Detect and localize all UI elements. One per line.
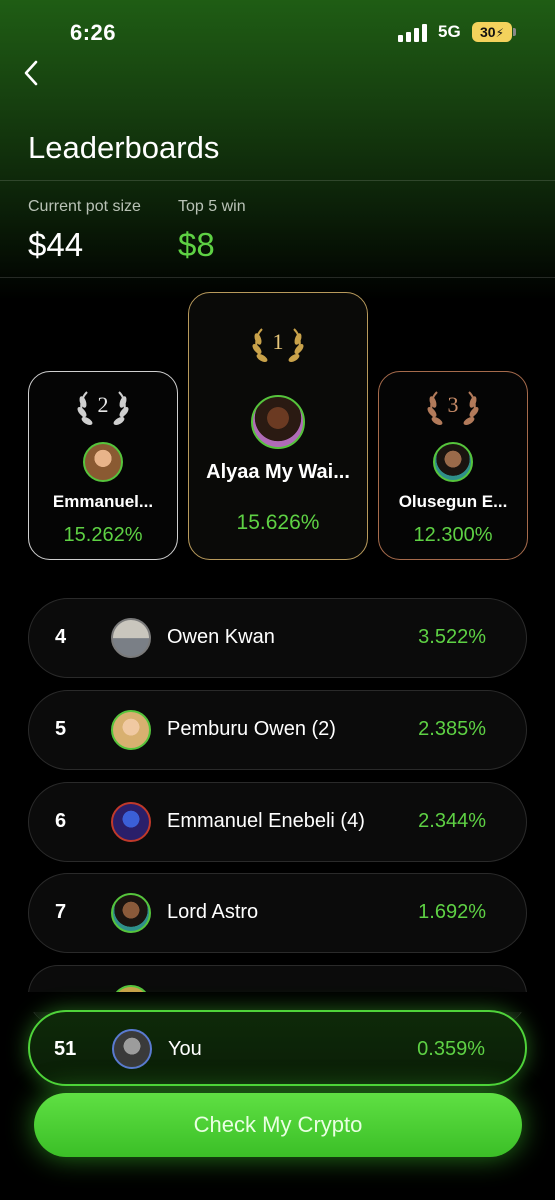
- avatar: [111, 893, 151, 933]
- check-my-crypto-button[interactable]: Check My Crypto: [34, 1093, 522, 1157]
- podium-rank: 2: [97, 392, 109, 417]
- avatar: [83, 442, 123, 482]
- status-bar: 6:26 5G 30⚡: [0, 0, 555, 64]
- avatar: [112, 1029, 152, 1069]
- row-rank: 4: [55, 626, 67, 648]
- podium-percentage: 15.626%: [236, 511, 320, 534]
- row-rank: 5: [55, 718, 67, 740]
- podium-percentage: 12.300%: [413, 524, 493, 546]
- row-percentage: 1.692%: [418, 901, 486, 923]
- podium-rank: 3: [447, 392, 459, 417]
- pot-size-label: Current pot size: [28, 198, 141, 215]
- row-percentage: 2.344%: [418, 810, 486, 832]
- leaderboard-row[interactable]: 6 Emmanuel Enebeli (4) 2.344%: [28, 782, 527, 862]
- row-rank: 7: [55, 901, 67, 923]
- avatar: [433, 442, 473, 482]
- row-name: Emmanuel Enebeli (4): [167, 810, 365, 832]
- status-time: 6:26: [70, 20, 117, 45]
- row-name: Pemburu Owen (2): [167, 718, 336, 740]
- podium-rank: 1: [272, 329, 284, 354]
- avatar: [111, 802, 151, 842]
- row-percentage: 0.359%: [417, 1038, 485, 1060]
- row-percentage: 3.522%: [418, 626, 486, 648]
- divider: [0, 277, 555, 278]
- divider: [0, 180, 555, 181]
- signal-icon: [398, 24, 430, 42]
- leaderboard-row[interactable]: 7 Lord Astro 1.692%: [28, 873, 527, 953]
- laurel-icon: 1: [248, 323, 308, 369]
- current-user-row[interactable]: 51 You 0.359%: [28, 1010, 527, 1086]
- back-button[interactable]: [16, 56, 50, 90]
- page-title: Leaderboards: [28, 130, 220, 165]
- row-name: You: [168, 1038, 202, 1060]
- avatar: [251, 395, 305, 449]
- row-name: Lord Astro: [167, 901, 259, 923]
- laurel-icon: 3: [423, 386, 483, 432]
- podium-card-third[interactable]: 3 Olusegun E... 12.300%: [378, 371, 528, 560]
- leaderboard-row[interactable]: 4 Owen Kwan 3.522%: [28, 598, 527, 678]
- podium-name: Alyaa My Wai...: [206, 461, 350, 483]
- row-name: Owen Kwan: [167, 626, 275, 648]
- row-rank: 51: [54, 1038, 77, 1060]
- laurel-icon: 2: [73, 386, 133, 432]
- battery-icon: 30⚡: [472, 22, 516, 42]
- chevron-left-icon: [24, 60, 38, 86]
- pot-size-value: $44: [28, 226, 84, 263]
- avatar: [111, 710, 151, 750]
- leaderboard-row[interactable]: 5 Pemburu Owen (2) 2.385%: [28, 690, 527, 770]
- battery-level: 30: [479, 24, 496, 40]
- network-type: 5G: [438, 22, 461, 41]
- top5-win-value: $8: [178, 226, 215, 263]
- avatar: [111, 618, 151, 658]
- row-rank: 6: [55, 810, 67, 832]
- podium-name: Emmanuel...: [52, 492, 154, 511]
- podium-percentage: 15.262%: [63, 524, 143, 546]
- podium-name: Olusegun E...: [398, 492, 508, 511]
- podium-card-second[interactable]: 2 Emmanuel... 15.262%: [28, 371, 178, 560]
- top5-win-label: Top 5 win: [178, 198, 246, 215]
- row-percentage: 2.385%: [418, 718, 486, 740]
- list-fade: [0, 992, 555, 1012]
- podium-card-first[interactable]: 1 Alyaa My Wai... 15.626%: [188, 292, 368, 560]
